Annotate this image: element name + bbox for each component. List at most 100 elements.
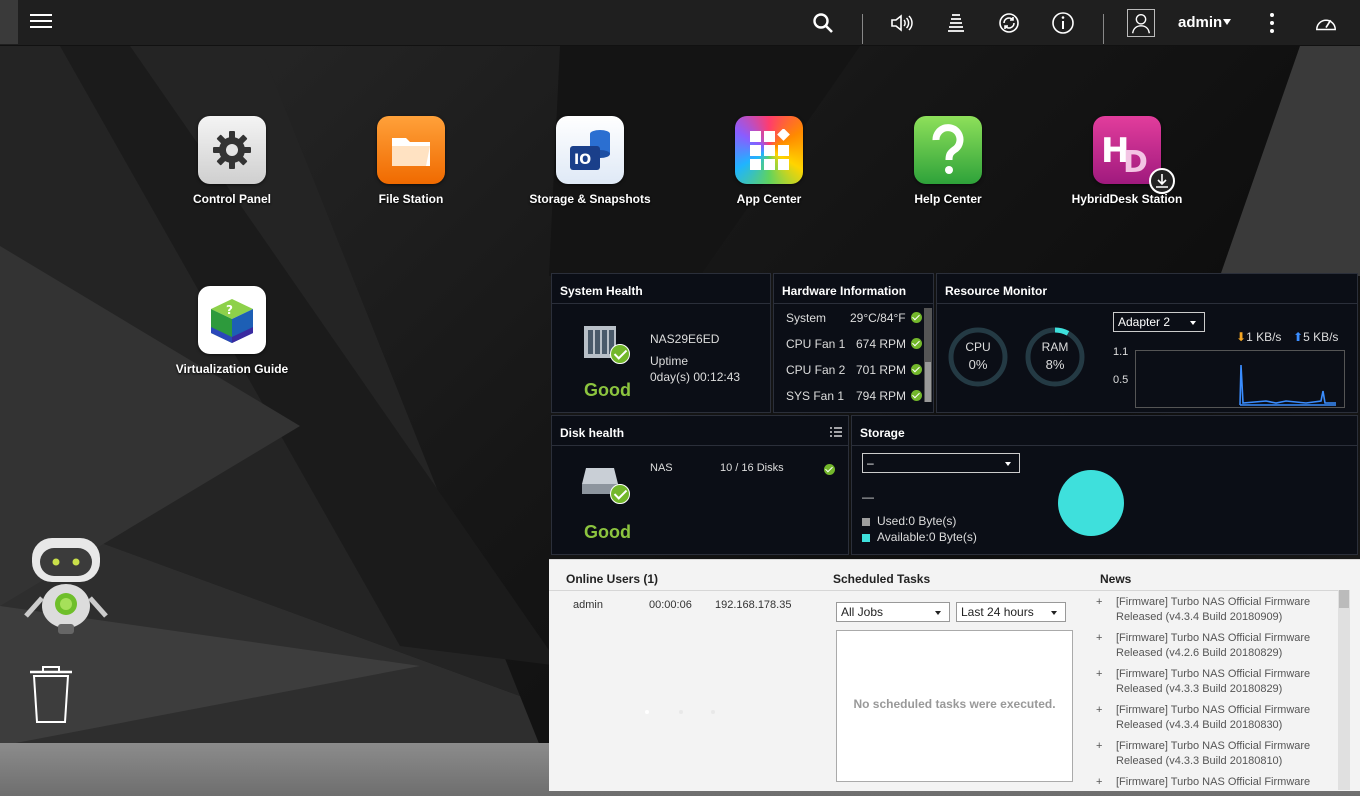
left-edge-tab[interactable] — [0, 0, 18, 44]
user-name[interactable]: admin — [1178, 14, 1222, 31]
news-scrollbar[interactable] — [1338, 590, 1350, 790]
hardware-info-widget: Hardware Information System 29°C/84°F CP… — [773, 273, 934, 413]
toolbar-separator — [862, 14, 863, 44]
available-legend: Available:0 Byte(s) — [877, 530, 977, 544]
news-item[interactable]: [Firmware] Turbo NAS Official Firmware R… — [1116, 703, 1336, 733]
hw-label: CPU Fan 1 — [786, 337, 846, 351]
news-item[interactable]: [Firmware] Turbo NAS Official Firmware — [1116, 775, 1336, 791]
time-filter-selected: Last 24 hours — [961, 605, 1034, 619]
news-item[interactable]: [Firmware] Turbo NAS Official Firmware R… — [1116, 739, 1336, 769]
news-title: News — [1100, 572, 1132, 586]
svg-text:?: ? — [226, 303, 233, 317]
download-rate: ⬇1 KB/s — [1236, 330, 1282, 344]
status-check-icon — [911, 312, 922, 323]
search-icon[interactable] — [811, 11, 835, 35]
uptime-value: 0day(s) 00:12:43 — [650, 370, 741, 384]
app-hybriddesk-station[interactable]: HD HybridDesk Station — [1052, 116, 1202, 206]
news-item[interactable]: [Firmware] Turbo NAS Official Firmware R… — [1116, 595, 1336, 625]
scrollbar[interactable] — [924, 308, 932, 402]
expand-icon[interactable]: + — [1096, 704, 1102, 716]
robot-assistant-icon[interactable] — [22, 536, 110, 636]
app-control-panel[interactable]: Control Panel — [157, 116, 307, 206]
expand-icon[interactable]: + — [1096, 596, 1102, 608]
app-label: Help Center — [914, 192, 982, 206]
app-app-center[interactable]: App Center — [694, 116, 844, 206]
storage-select[interactable]: – — [862, 453, 1020, 473]
chevron-down-icon[interactable] — [1223, 19, 1231, 25]
disk-nas-name: NAS — [650, 462, 673, 474]
hd-icon: HD — [1093, 116, 1175, 194]
cube-icon: ? — [198, 286, 266, 354]
cpu-value: 0% — [968, 357, 988, 372]
status-check-icon — [610, 484, 630, 504]
status-check-icon — [824, 464, 835, 475]
expand-icon[interactable]: + — [1096, 668, 1102, 680]
ram-value: 8% — [1045, 357, 1065, 372]
app-label: Storage & Snapshots — [529, 192, 651, 206]
more-icon[interactable] — [1270, 13, 1274, 33]
status-check-icon — [610, 344, 630, 364]
news-item[interactable]: [Firmware] Turbo NAS Official Firmware R… — [1116, 667, 1336, 697]
page-dot[interactable] — [679, 710, 683, 714]
status-check-icon — [911, 390, 922, 401]
storage-widget: Storage – — Used:0 Byte(s) Available:0 B… — [851, 415, 1358, 555]
app-storage-snapshots[interactable]: IO Storage & Snapshots — [515, 116, 665, 206]
page-dot[interactable] — [645, 710, 649, 714]
empty-message: No scheduled tasks were executed. — [853, 697, 1056, 711]
status-check-icon — [911, 338, 922, 349]
menu-icon[interactable] — [30, 10, 52, 32]
volume-name: — — [862, 490, 874, 504]
list-icon[interactable] — [830, 424, 842, 437]
cpu-gauge: CPU 0% — [947, 326, 1009, 388]
storage-selected: – — [867, 456, 874, 470]
storage-pie-chart — [1058, 470, 1124, 536]
y-axis-mid: 0.5 — [1113, 374, 1129, 386]
app-label: Control Panel — [192, 192, 271, 206]
lower-widgets: Online Users (1) Scheduled Tasks News ad… — [549, 559, 1360, 791]
widget-title: Resource Monitor — [945, 284, 1048, 298]
svg-text:IO: IO — [574, 152, 591, 168]
widget-title: Disk health — [560, 426, 625, 440]
resource-monitor-widget: Resource Monitor CPU 0% RAM 8% Adapter 2… — [936, 273, 1358, 413]
info-icon[interactable] — [1051, 11, 1075, 35]
hw-label: System — [786, 311, 827, 325]
sync-icon[interactable] — [997, 11, 1021, 35]
status-check-icon — [911, 364, 922, 375]
tasks-icon[interactable] — [944, 11, 968, 35]
app-grid-icon — [735, 116, 803, 184]
dashboard-gauge-icon[interactable] — [1314, 11, 1338, 35]
widget-title: System Health — [560, 284, 643, 298]
time-filter-select[interactable]: Last 24 hours — [956, 602, 1066, 622]
app-virtualization-guide[interactable]: ? Virtualization Guide — [157, 286, 307, 376]
ram-gauge: RAM 8% — [1024, 326, 1086, 388]
gear-icon — [198, 116, 266, 184]
available-legend-swatch — [862, 534, 870, 542]
widget-header — [852, 416, 1357, 446]
adapter-selected: Adapter 2 — [1118, 315, 1171, 329]
adapter-select[interactable]: Adapter 2 — [1113, 312, 1205, 332]
app-help-center[interactable]: Help Center — [873, 116, 1023, 206]
expand-icon[interactable]: + — [1096, 632, 1102, 644]
job-filter-select[interactable]: All Jobs — [836, 602, 950, 622]
upload-rate: ⬆5 KB/s — [1293, 330, 1339, 344]
download-icon — [1149, 168, 1175, 194]
user-icon[interactable] — [1127, 9, 1155, 37]
widget-title: Storage — [860, 426, 905, 440]
uptime-label: Uptime — [650, 354, 689, 368]
app-label: HybridDesk Station — [1071, 192, 1183, 206]
news-item[interactable]: [Firmware] Turbo NAS Official Firmware R… — [1116, 631, 1336, 661]
hw-label: CPU Fan 2 — [786, 363, 846, 377]
network-chart — [1135, 350, 1345, 408]
disk-health-widget: Disk health Good NAS 10 / 16 Disks — [551, 415, 849, 555]
trash-icon[interactable] — [26, 664, 76, 726]
online-user-name: admin — [573, 599, 603, 611]
expand-icon[interactable]: + — [1096, 740, 1102, 752]
ram-label: RAM — [1041, 340, 1069, 354]
down-arrow-icon: ⬇ — [1236, 330, 1247, 344]
hw-value: 794 RPM — [856, 389, 907, 403]
used-legend-swatch — [862, 518, 870, 526]
app-file-station[interactable]: File Station — [336, 116, 486, 206]
expand-icon[interactable]: + — [1096, 776, 1102, 788]
page-dot[interactable] — [711, 710, 715, 714]
volume-icon[interactable] — [889, 11, 913, 35]
